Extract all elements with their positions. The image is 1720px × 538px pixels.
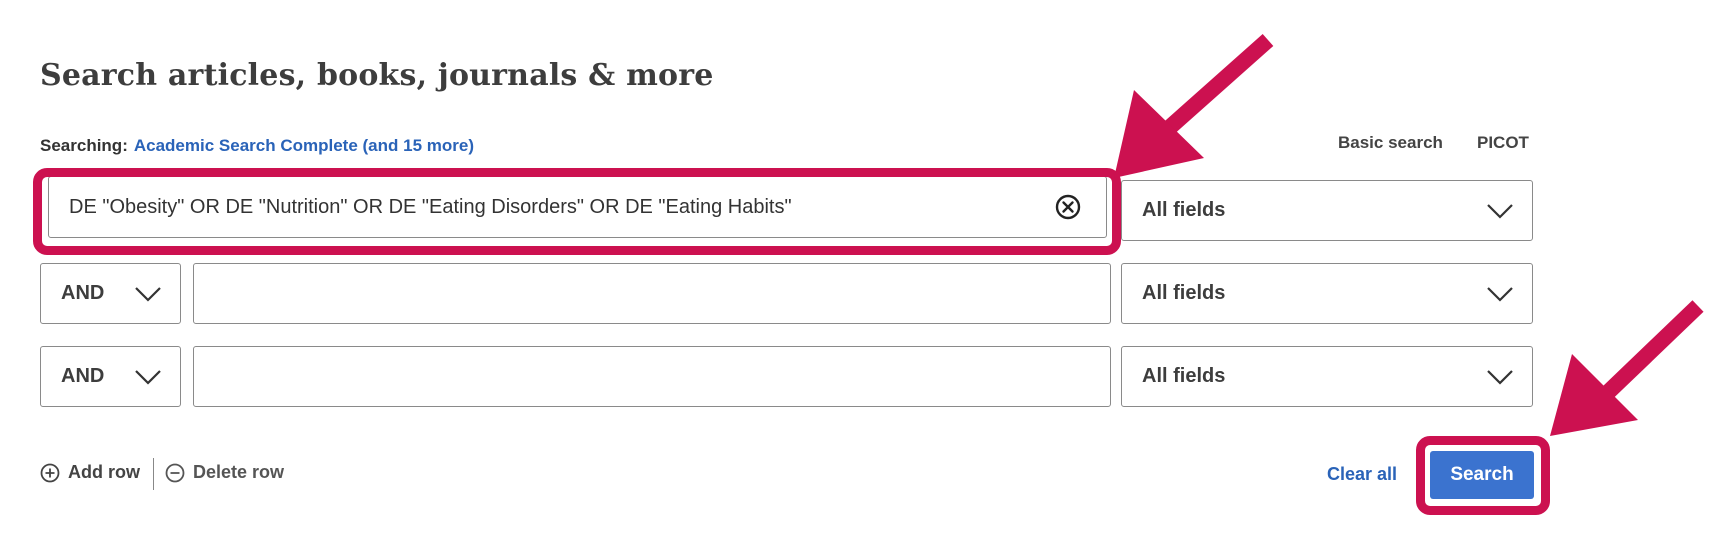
field-select-label: All fields — [1142, 365, 1226, 387]
plus-circle-icon — [40, 463, 60, 482]
field-select-1[interactable]: All fields — [1121, 180, 1533, 241]
chevron-down-icon — [135, 286, 161, 302]
clear-query-icon[interactable] — [1054, 193, 1082, 221]
field-select-label: All fields — [1142, 282, 1226, 304]
field-select-label: All fields — [1142, 199, 1226, 221]
operator-select-3[interactable]: AND — [40, 346, 181, 407]
field-select-3[interactable]: All fields — [1121, 346, 1533, 407]
operator-select-2[interactable]: AND — [40, 263, 181, 324]
delete-row-button[interactable]: Delete row — [165, 462, 284, 483]
clear-all-link[interactable]: Clear all — [1327, 464, 1397, 485]
chevron-down-icon — [135, 369, 161, 385]
search-button[interactable]: Search — [1430, 451, 1534, 499]
page-title: Search articles, books, journals & more — [40, 58, 714, 93]
search-query-input-2[interactable] — [193, 263, 1111, 324]
add-row-label: Add row — [68, 462, 140, 482]
add-row-button[interactable]: Add row — [40, 462, 140, 483]
search-query-text: DE "Obesity" OR DE "Nutrition" OR DE "Ea… — [69, 195, 792, 218]
action-divider — [153, 458, 154, 490]
chevron-down-icon — [1487, 203, 1513, 219]
operator-label: AND — [61, 365, 105, 387]
chevron-down-icon — [1487, 286, 1513, 302]
searching-label: Searching: — [40, 136, 128, 155]
search-query-input-1[interactable]: DE "Obesity" OR DE "Nutrition" OR DE "Ea… — [48, 176, 1107, 238]
search-query-input-3[interactable] — [193, 346, 1111, 407]
field-select-2[interactable]: All fields — [1121, 263, 1533, 324]
searching-line: Searching: Academic Search Complete (and … — [40, 136, 474, 156]
operator-label: AND — [61, 282, 105, 304]
arrow-to-query-icon — [1114, 34, 1274, 178]
picot-link[interactable]: PICOT — [1477, 133, 1529, 153]
chevron-down-icon — [1487, 369, 1513, 385]
minus-circle-icon — [165, 463, 185, 482]
basic-search-link[interactable]: Basic search — [1338, 133, 1443, 153]
delete-row-label: Delete row — [193, 462, 285, 482]
arrow-to-search-icon — [1550, 300, 1704, 436]
databases-link[interactable]: Academic Search Complete (and 15 more) — [134, 136, 474, 155]
